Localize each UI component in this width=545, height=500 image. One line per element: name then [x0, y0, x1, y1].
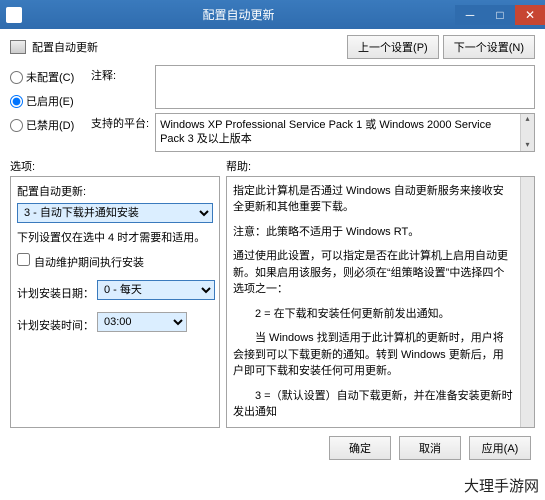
- update-mode-select[interactable]: 3 - 自动下载并通知安装: [17, 203, 213, 223]
- install-time-label: 计划安装时间：: [17, 317, 97, 333]
- app-icon: [6, 7, 22, 23]
- options-header: 配置自动更新:: [17, 183, 213, 199]
- options-label: 选项:: [10, 158, 226, 174]
- platform-scrollbar[interactable]: ▴▾: [520, 114, 534, 151]
- config-area: 未配置(C) 已启用(E) 已禁用(D) 注释: 支持的平台: Windows …: [0, 63, 545, 152]
- apply-button[interactable]: 应用(A): [469, 436, 531, 460]
- maint-checkbox[interactable]: 自动维护期间执行安装: [17, 257, 144, 269]
- state-radios: 未配置(C) 已启用(E) 已禁用(D): [10, 65, 85, 152]
- footer: 确定 取消 应用(A): [0, 428, 545, 468]
- platform-value: Windows XP Professional Service Pack 1 或…: [160, 119, 491, 145]
- policy-icon: [10, 40, 26, 54]
- help-pane: 指定此计算机是否通过 Windows 自动更新服务来接收安全更新和其他重要下载。…: [226, 176, 535, 428]
- lower-panes: 配置自动更新: 3 - 自动下载并通知安装 下列设置仅在选中 4 时才需要和适用…: [0, 176, 545, 428]
- help-text: 指定此计算机是否通过 Windows 自动更新服务来接收安全更新和其他重要下载。…: [227, 177, 520, 427]
- comment-textarea[interactable]: [155, 65, 535, 109]
- options-note: 下列设置仅在选中 4 时才需要和适用。: [17, 229, 213, 245]
- window-title: 配置自动更新: [22, 6, 455, 23]
- radio-not-configured[interactable]: 未配置(C): [10, 69, 85, 85]
- prev-setting-button[interactable]: 上一个设置(P): [347, 35, 439, 59]
- watermark: 大理手游网: [464, 475, 539, 496]
- header-row: 配置自动更新 上一个设置(P) 下一个设置(N): [0, 29, 545, 63]
- radio-enabled[interactable]: 已启用(E): [10, 93, 85, 109]
- options-pane: 配置自动更新: 3 - 自动下载并通知安装 下列设置仅在选中 4 时才需要和适用…: [10, 176, 220, 428]
- minimize-button[interactable]: ─: [455, 5, 485, 25]
- help-scrollbar[interactable]: [520, 177, 534, 427]
- install-day-select[interactable]: 0 - 每天: [97, 280, 215, 300]
- maximize-button[interactable]: □: [485, 5, 515, 25]
- install-day-label: 计划安装日期：: [17, 285, 97, 301]
- section-labels: 选项: 帮助:: [0, 152, 545, 176]
- platform-label: 支持的平台:: [91, 113, 149, 131]
- titlebar: 配置自动更新 ─ □ ✕: [0, 0, 545, 29]
- install-time-select[interactable]: 03:00: [97, 312, 187, 332]
- platform-box: Windows XP Professional Service Pack 1 或…: [155, 113, 535, 152]
- cancel-button[interactable]: 取消: [399, 436, 461, 460]
- help-label: 帮助:: [226, 158, 251, 174]
- close-button[interactable]: ✕: [515, 5, 545, 25]
- next-setting-button[interactable]: 下一个设置(N): [443, 35, 535, 59]
- comment-label: 注释:: [91, 65, 149, 83]
- ok-button[interactable]: 确定: [329, 436, 391, 460]
- radio-disabled[interactable]: 已禁用(D): [10, 117, 85, 133]
- window-controls: ─ □ ✕: [455, 5, 545, 25]
- page-title: 配置自动更新: [32, 39, 98, 55]
